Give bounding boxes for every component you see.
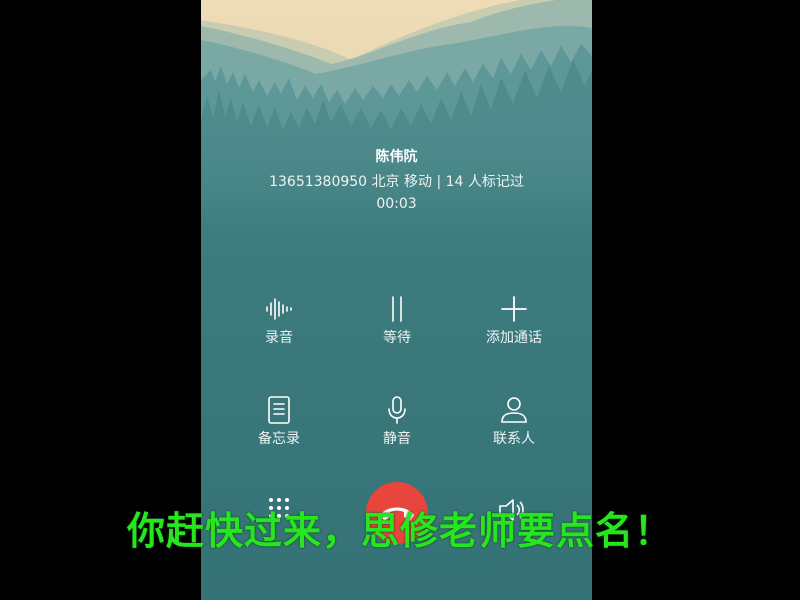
caller-name: 陈伟阬 bbox=[375, 149, 418, 165]
mute-label: 静音 bbox=[383, 431, 411, 447]
document-icon bbox=[268, 396, 290, 424]
caller-number-info: 13651380950 北京 移动 | 14 人标记过 bbox=[269, 174, 524, 190]
waveform-icon bbox=[266, 298, 292, 320]
contacts-button[interactable]: 联系人 bbox=[459, 395, 569, 457]
add-call-button[interactable]: 添加通话 bbox=[459, 294, 569, 356]
mute-button[interactable]: 静音 bbox=[342, 395, 452, 457]
hold-label: 等待 bbox=[383, 330, 411, 346]
pause-icon bbox=[392, 296, 402, 322]
record-label: 录音 bbox=[265, 330, 293, 346]
call-timer: 00:03 bbox=[376, 196, 417, 212]
video-subtitle: 你赶快过来，思修老师要点名！ bbox=[126, 509, 673, 553]
microphone-icon bbox=[388, 396, 406, 424]
contacts-label: 联系人 bbox=[493, 431, 535, 447]
hold-button[interactable]: 等待 bbox=[342, 294, 452, 356]
person-icon bbox=[501, 397, 527, 423]
memo-label: 备忘录 bbox=[258, 431, 300, 447]
record-button[interactable]: 录音 bbox=[224, 294, 334, 356]
plus-icon bbox=[501, 296, 527, 322]
memo-button[interactable]: 备忘录 bbox=[224, 395, 334, 457]
add-call-label: 添加通话 bbox=[486, 330, 542, 346]
